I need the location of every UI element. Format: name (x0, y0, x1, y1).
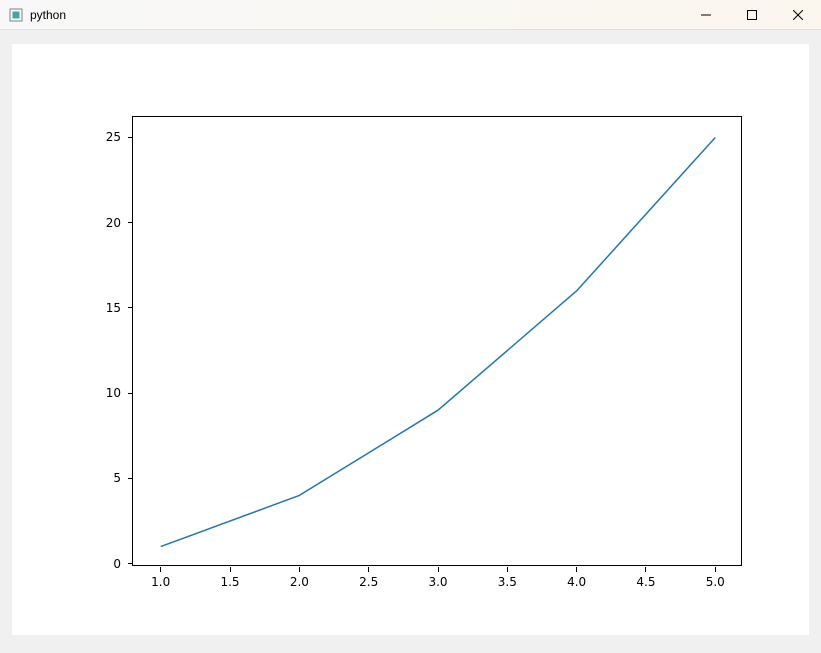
y-tick (128, 222, 133, 223)
x-tick (715, 567, 716, 572)
plot-axes: 1.01.52.02.53.03.54.04.55.00510152025 (132, 116, 742, 566)
y-tick (128, 137, 133, 138)
x-tick (507, 567, 508, 572)
line-plot (133, 117, 741, 565)
x-tick (438, 567, 439, 572)
x-tick (645, 567, 646, 572)
figure-canvas[interactable]: 1.0 1.5 2.0 2.5 3.0 3.5 4.0 4.5 5.0 0 5 10 15 20 25 (12, 44, 809, 635)
x-tick-label: 3.0 (428, 575, 447, 589)
y-tick-label: 15 (91, 301, 121, 315)
x-tick (160, 567, 161, 572)
x-tick (368, 567, 369, 572)
x-tick (230, 567, 231, 572)
x-tick (299, 567, 300, 572)
x-tick (576, 567, 577, 572)
close-button[interactable] (775, 0, 821, 29)
x-tick-label: 5.0 (706, 575, 725, 589)
titlebar[interactable]: python (0, 0, 821, 30)
window-title: python (30, 8, 66, 22)
window-frame: python 1.0 1.5 2.0 2.5 3.0 3.5 4.0 4.5 (0, 0, 821, 653)
maximize-button[interactable] (729, 0, 775, 29)
y-tick-label: 20 (91, 216, 121, 230)
minimize-button[interactable] (683, 0, 729, 29)
y-tick-label: 10 (91, 386, 121, 400)
x-tick-label: 2.0 (290, 575, 309, 589)
x-tick-label: 1.5 (220, 575, 239, 589)
y-tick (128, 393, 133, 394)
x-tick-label: 2.5 (359, 575, 378, 589)
x-tick-label: 4.5 (636, 575, 655, 589)
app-icon (8, 7, 24, 23)
x-tick-label: 4.0 (567, 575, 586, 589)
y-tick (128, 307, 133, 308)
content-area: 1.0 1.5 2.0 2.5 3.0 3.5 4.0 4.5 5.0 0 5 10 15 20 25 (0, 30, 821, 653)
y-tick-label: 25 (91, 130, 121, 144)
x-tick-label: 1.0 (151, 575, 170, 589)
y-tick-label: 0 (91, 557, 121, 571)
y-tick-label: 5 (91, 471, 121, 485)
y-tick (128, 478, 133, 479)
y-tick (128, 563, 133, 564)
window-controls (683, 0, 821, 29)
x-tick-label: 3.5 (498, 575, 517, 589)
